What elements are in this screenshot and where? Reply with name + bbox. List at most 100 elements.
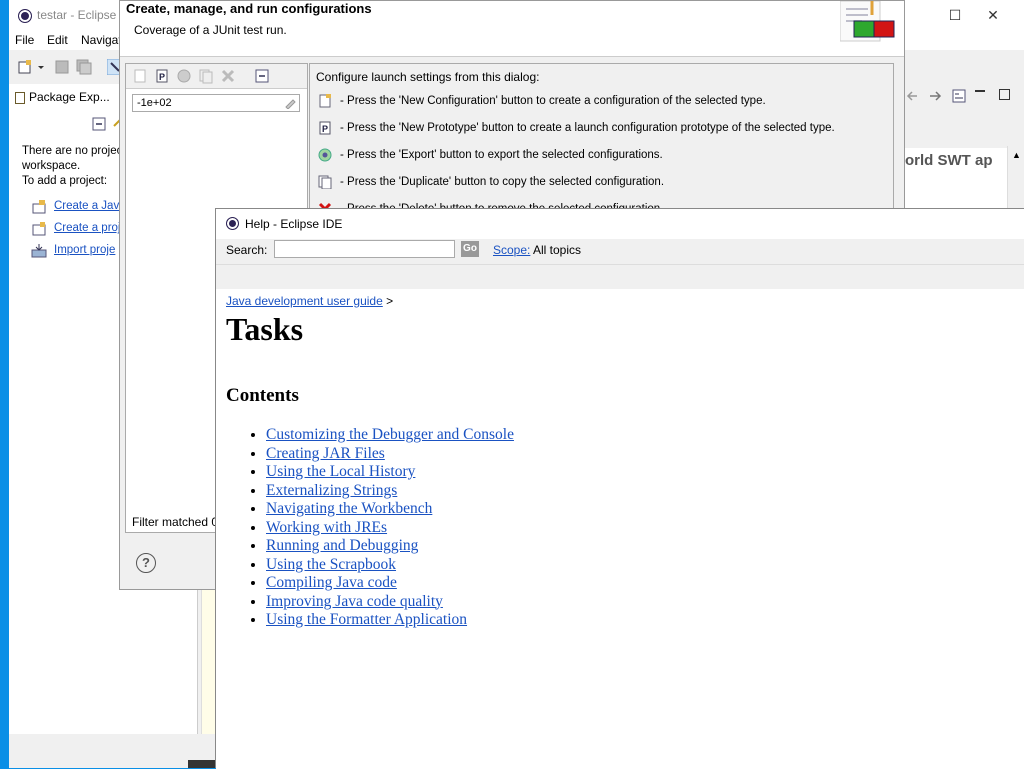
list-item: Working with JREs xyxy=(266,519,514,538)
topic-list: Customizing the Debugger and Console Cre… xyxy=(256,426,514,630)
page-title: Tasks xyxy=(226,311,304,347)
help-content: Java development user guide > Tasks Cont… xyxy=(216,289,1024,769)
breadcrumb-java-guide-link[interactable]: Java development user guide xyxy=(226,294,383,308)
contents-heading: Contents xyxy=(226,385,299,406)
instruction-text: - Press the 'New Configuration' button t… xyxy=(340,95,766,107)
maximize-icon[interactable]: ☐ xyxy=(943,4,967,26)
configurations-toolbar: P xyxy=(126,64,307,89)
maximize-view-icon[interactable] xyxy=(999,89,1010,100)
eclipse-logo-icon xyxy=(226,217,239,230)
breadcrumb: Java development user guide > xyxy=(226,294,393,308)
instruction-text: - Press the 'Export' button to export th… xyxy=(340,149,663,161)
filter-input[interactable]: -1e+02 xyxy=(132,94,300,112)
svg-text:P: P xyxy=(159,72,165,82)
new-config-icon xyxy=(319,94,331,108)
help-search-input[interactable] xyxy=(274,240,455,258)
editor-area-right: orld SWT ap ▲ xyxy=(899,52,1024,208)
collapse-all-icon[interactable] xyxy=(254,68,270,84)
topic-link[interactable]: Improving Java code quality xyxy=(266,593,443,610)
svg-text:P: P xyxy=(322,124,328,134)
clear-filter-icon[interactable] xyxy=(284,97,296,109)
create-java-project-link[interactable]: Create a Java xyxy=(54,200,126,212)
new-prototype-icon[interactable]: P xyxy=(154,68,170,84)
collapse-all-icon[interactable] xyxy=(91,116,107,132)
list-item: Using the Local History xyxy=(266,463,514,482)
instruction-text: - Press the 'Duplicate' button to copy t… xyxy=(340,176,665,188)
new-icon[interactable] xyxy=(17,59,33,75)
filter-status: Filter matched 0 xyxy=(132,515,219,529)
import-projects-link[interactable]: Import proje xyxy=(54,244,115,256)
new-project-icon xyxy=(32,222,46,236)
scroll-up-icon[interactable]: ▲ xyxy=(1012,150,1021,160)
export-icon[interactable] xyxy=(176,68,192,84)
package-explorer-tab[interactable]: Package Exp... xyxy=(15,90,110,104)
scope-value: All topics xyxy=(533,243,582,257)
empty-workspace-message-3: To add a project: xyxy=(22,175,108,187)
list-item: Customizing the Debugger and Console xyxy=(266,426,514,445)
save-all-icon[interactable] xyxy=(76,59,92,75)
new-prototype-icon: P xyxy=(319,121,331,135)
eclipse-logo-icon xyxy=(18,9,32,23)
menu-file[interactable]: File xyxy=(15,33,34,47)
breadcrumb-separator: > xyxy=(382,294,394,308)
dialog-title: Create, manage, and run configurations xyxy=(126,1,372,16)
help-toolbar-strip xyxy=(216,264,1024,290)
list-item: Externalizing Strings xyxy=(266,482,514,501)
export-icon xyxy=(318,148,332,162)
topic-link[interactable]: Externalizing Strings xyxy=(266,482,397,499)
package-explorer-tab-label: Package Exp... xyxy=(29,90,110,104)
topic-link[interactable]: Navigating the Workbench xyxy=(266,500,432,517)
topic-link[interactable]: Using the Formatter Application xyxy=(266,611,467,628)
minimize-view-icon[interactable] xyxy=(975,90,985,92)
list-item: Using the Formatter Application xyxy=(266,611,514,630)
topic-link[interactable]: Using the Local History xyxy=(266,463,415,480)
editor-area-edge xyxy=(201,585,216,734)
duplicate-icon xyxy=(318,175,332,189)
new-java-project-icon xyxy=(32,200,46,214)
list-item: Compiling Java code xyxy=(266,574,514,593)
topic-link[interactable]: Compiling Java code xyxy=(266,574,397,591)
topic-link[interactable]: Using the Scrapbook xyxy=(266,556,396,573)
outline-icon[interactable] xyxy=(951,88,967,104)
back-icon[interactable] xyxy=(905,88,921,104)
list-item: Using the Scrapbook xyxy=(266,556,514,575)
editor-code-snippet: orld SWT ap xyxy=(905,152,993,169)
instruction-text: - Press the 'New Prototype' button to cr… xyxy=(340,122,835,134)
new-configuration-icon[interactable] xyxy=(132,68,148,84)
chevron-down-icon[interactable] xyxy=(37,59,45,75)
import-project-icon xyxy=(31,244,47,258)
help-button[interactable]: ? xyxy=(136,553,156,573)
forward-icon[interactable] xyxy=(927,88,943,104)
topic-link[interactable]: Creating JAR Files xyxy=(266,445,385,462)
filter-input-value: -1e+02 xyxy=(137,97,172,109)
close-icon[interactable]: ✕ xyxy=(981,4,1005,26)
editor-scrollbar[interactable]: ▲ xyxy=(1007,146,1024,208)
help-window-title: Help - Eclipse IDE xyxy=(245,217,343,231)
dialog-header: Create, manage, and run configurations C… xyxy=(120,1,904,57)
package-icon xyxy=(15,91,25,104)
delete-icon[interactable] xyxy=(220,68,236,84)
empty-workspace-message-2: workspace. xyxy=(22,160,81,172)
save-icon[interactable] xyxy=(54,59,70,75)
menu-navigate[interactable]: Navigat xyxy=(81,33,122,47)
instructions-header: Configure launch settings from this dial… xyxy=(316,70,540,84)
empty-workspace-message-1: There are no projec xyxy=(22,145,123,157)
search-label: Search: xyxy=(226,243,268,257)
list-item: Running and Debugging xyxy=(266,537,514,556)
duplicate-icon[interactable] xyxy=(198,68,214,84)
dialog-subtitle: Coverage of a JUnit test run. xyxy=(134,23,287,37)
help-window: Help - Eclipse IDE Search: Go Scope: All… xyxy=(215,208,1024,769)
run-configuration-banner-icon xyxy=(840,1,895,42)
topic-link[interactable]: Customizing the Debugger and Console xyxy=(266,426,514,443)
topic-link[interactable]: Working with JREs xyxy=(266,519,387,536)
go-button[interactable]: Go xyxy=(461,241,479,257)
help-titlebar: Help - Eclipse IDE xyxy=(216,209,1024,239)
topic-link[interactable]: Running and Debugging xyxy=(266,537,418,554)
list-item: Creating JAR Files xyxy=(266,445,514,464)
scope-link[interactable]: Scope: xyxy=(493,243,530,257)
create-project-link[interactable]: Create a proj xyxy=(54,222,120,234)
menu-edit[interactable]: Edit xyxy=(47,33,68,47)
eclipse-window-title: testar - Eclipse I xyxy=(37,8,124,22)
help-search-bar: Search: Go Scope: All topics xyxy=(216,239,1024,264)
editor-text-area: orld SWT ap xyxy=(899,148,1009,208)
